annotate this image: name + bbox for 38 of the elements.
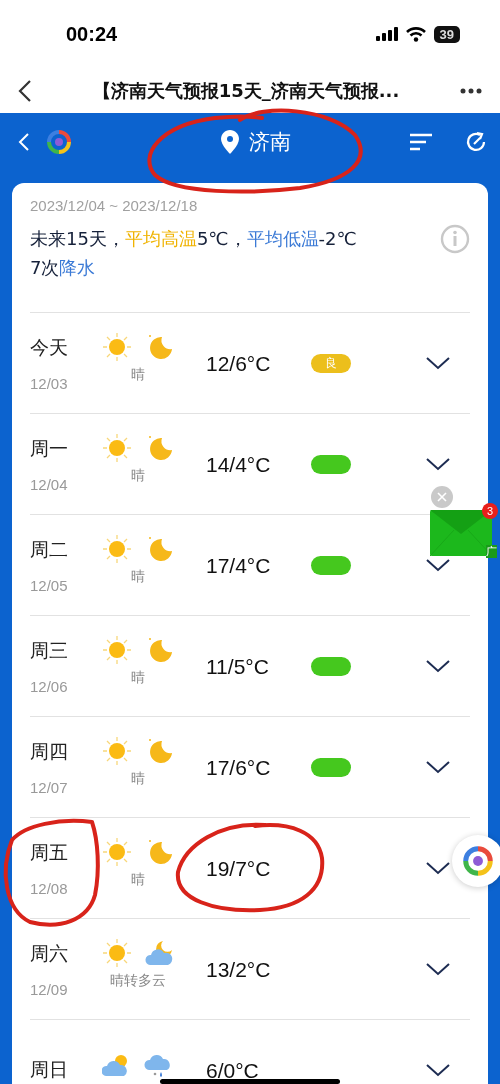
date-label: 12/04	[30, 475, 69, 493]
temperature-range: 11/5°C	[206, 655, 269, 677]
date-label: 12/05	[30, 576, 69, 594]
weekday-label: 周六	[30, 940, 69, 966]
temperature-range: 17/6°C	[206, 756, 271, 778]
date-label: 12/09	[30, 980, 69, 998]
date-label: 12/07	[30, 778, 69, 796]
battery-level: 39	[433, 25, 460, 43]
temperature-range: 14/4°C	[206, 453, 271, 475]
weather-condition: 晴转多云	[110, 972, 166, 990]
date-label: 12/03	[30, 374, 69, 392]
status-time: 00:24	[66, 22, 118, 46]
date-label: 12/06	[30, 677, 69, 695]
temperature-range: 17/4°C	[206, 554, 271, 576]
weather-condition: 晴	[131, 669, 145, 687]
page-title: 【济南天气预报15天_济南天气预报...	[92, 78, 400, 103]
date-range: 2023/12/04 ~ 2023/12/18	[30, 197, 199, 214]
temperature-range: 6/0°C	[206, 1059, 259, 1081]
air-quality-badge: 良	[311, 353, 351, 373]
forecast-summary: 未来15天，平均高温5℃，平均低温-2℃ 7次降水	[30, 227, 358, 280]
ad-label: 广	[486, 545, 497, 558]
weekday-label: 今天	[30, 334, 69, 360]
city-name[interactable]: 济南	[249, 128, 291, 156]
weekday-label: 周五	[30, 839, 69, 865]
weekday-label: 周一	[30, 435, 69, 461]
weather-condition: 晴	[131, 770, 145, 788]
weather-condition: 晴	[131, 467, 145, 485]
temperature-range: 13/2°C	[206, 958, 271, 980]
temperature-range: 12/6°C	[206, 352, 271, 374]
weather-condition: 晴	[131, 568, 145, 586]
weekday-label: 周四	[30, 738, 69, 764]
weather-condition: 晴	[131, 871, 145, 889]
temperature-range: 19/7°C	[206, 857, 271, 879]
weekday-label: 周日	[30, 1057, 69, 1082]
weather-condition: 晴	[131, 366, 145, 384]
weekday-label: 周二	[30, 536, 69, 562]
weekday-label: 周三	[30, 637, 69, 663]
date-label: 12/08	[30, 879, 69, 897]
